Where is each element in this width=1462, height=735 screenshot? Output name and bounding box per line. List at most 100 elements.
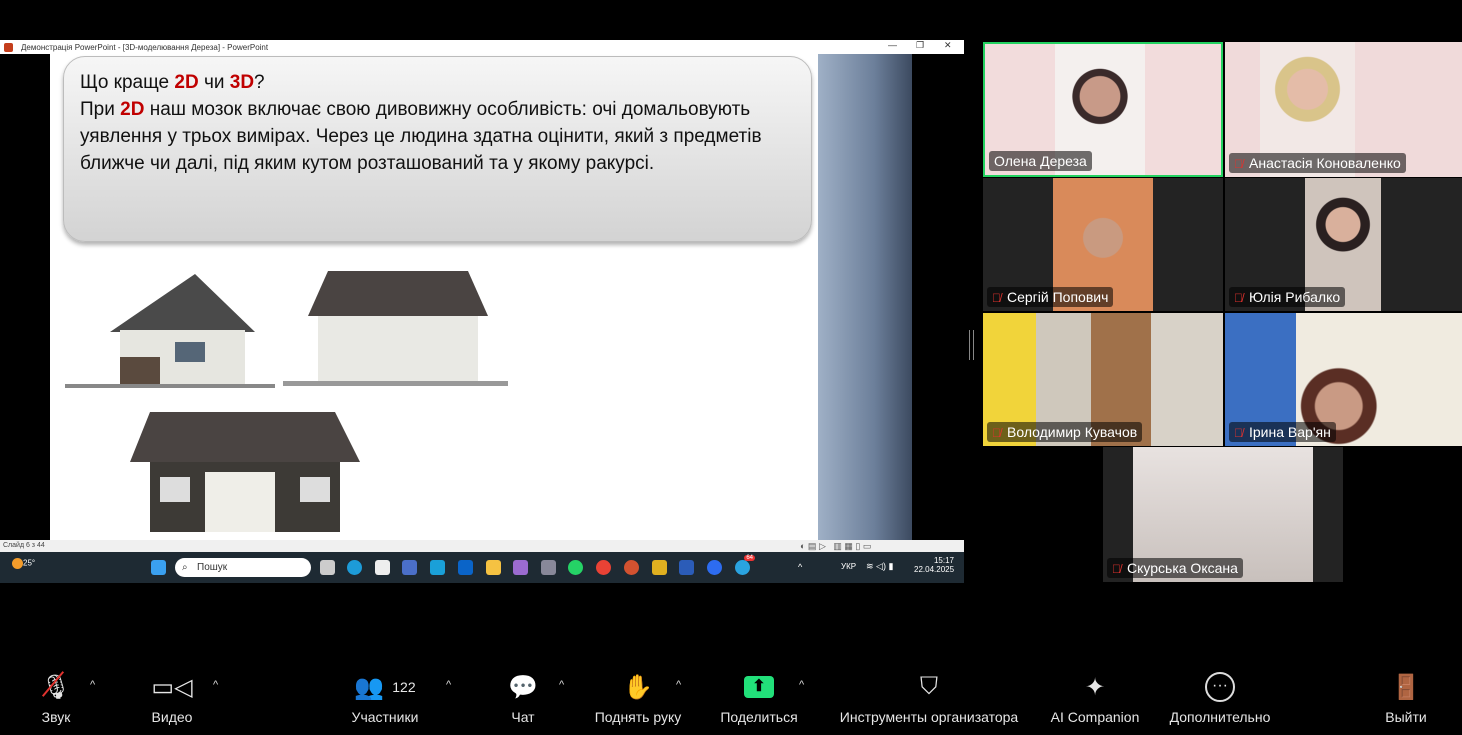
title-bar: Демонстрація PowerPoint - [3D-моделюванн… (0, 40, 964, 54)
minimize-button[interactable]: — (888, 40, 897, 50)
participant-tile[interactable]: Олена Дереза (983, 42, 1223, 177)
participant-name: Олена Дереза (989, 151, 1092, 171)
text: Що краще (80, 72, 175, 93)
video-options-caret[interactable]: ^ (213, 679, 218, 691)
label: AI Companion (1050, 709, 1140, 725)
file-explorer-icon[interactable] (486, 560, 501, 575)
more-button[interactable]: ··· Дополнительно (1162, 665, 1278, 735)
temperature: 25° (23, 558, 36, 568)
muted-mic-icon: 🎙̸ (1112, 562, 1121, 576)
window-title: Демонстрація PowerPoint - [3D-моделюванн… (21, 42, 269, 52)
language-indicator[interactable]: УКР (841, 562, 856, 571)
text: При (80, 99, 121, 120)
host-tools-button[interactable]: ⛉ Инструменты организатора (828, 665, 1030, 735)
share-button[interactable]: ⬆ Поделиться (713, 665, 805, 735)
label: Участники (351, 709, 419, 725)
shield-icon: ⛉ (920, 673, 938, 700)
search-placeholder: Пошук (197, 562, 228, 573)
participant-tile[interactable]: 🎙̸ Ірина Вар'ян (1225, 313, 1462, 446)
label: Чат (511, 709, 535, 725)
participant-name: 🎙̸ Скурська Оксана (1107, 558, 1243, 578)
muted-mic-icon: 🎙̸ (992, 426, 1001, 440)
participant-tile[interactable]: 🎙̸ Юлія Рибалко (1225, 178, 1462, 311)
participants-options-caret[interactable]: ^ (446, 679, 451, 691)
monitor-icon[interactable] (430, 560, 445, 575)
muted-mic-icon: 🎙̸ (1234, 291, 1243, 305)
video-button[interactable]: ▭◁ Видео (142, 665, 202, 735)
label: Поделиться (720, 709, 798, 725)
time: 15:17 (933, 556, 954, 565)
participant-name: 🎙̸ Ірина Вар'ян (1229, 422, 1336, 442)
powerpoint-window: Демонстрація PowerPoint - [3D-моделюванн… (0, 40, 964, 583)
clock[interactable]: 15:17 22.04.2025 (914, 556, 954, 574)
network-sound-battery-icons[interactable]: ≋ ◁) ▮ (866, 561, 893, 572)
slide-text-box: Що краще 2D чи 3D? При 2D наш мозок вклю… (63, 56, 812, 242)
sparkle-icon: ✦ (1084, 673, 1106, 701)
app-icon[interactable] (652, 560, 667, 575)
participants-button[interactable]: 👥 122 Участники (345, 665, 425, 735)
share-screen-icon: ⬆ (713, 665, 805, 709)
restore-button[interactable]: ❐ (916, 40, 924, 51)
windows-start-icon[interactable] (151, 560, 166, 575)
muted-mic-icon: 🎙 (30, 665, 82, 709)
participant-tile[interactable]: 🎙̸ Володимир Кувачов (983, 313, 1223, 446)
powerpoint-icon (4, 42, 13, 52)
close-button[interactable]: ✕ (944, 40, 952, 51)
meeting-toolbar: 🎙 Звук ^ ▭◁ Видео ^ 👥 122 Участники ^ 💬 Чат ^… (0, 665, 1462, 735)
label: Поднять руку (594, 709, 682, 725)
chat-options-caret[interactable]: ^ (559, 679, 564, 691)
participant-name: 🎙̸ Анастасія Коноваленко (1229, 153, 1406, 173)
slide-counter: Слайд 6 з 44 (3, 542, 45, 549)
status-bar: Слайд 6 з 44 ◐ ▤ ▷ ▥ ▦ ▯ ▭ (0, 540, 964, 552)
ai-companion-button[interactable]: ✦ AI Companion (1044, 665, 1146, 735)
zoom-icon[interactable] (707, 560, 722, 575)
text: чи (198, 72, 230, 93)
chrome-icon[interactable] (596, 560, 611, 575)
raise-hand-button[interactable]: ✋ Поднять руку (588, 665, 688, 735)
participant-tile[interactable]: 🎙̸ Сергій Попович (983, 178, 1223, 311)
participant-name: 🎙̸ Сергій Попович (987, 287, 1114, 307)
label: Звук (41, 709, 71, 725)
audio-button[interactable]: 🎙 Звук (30, 665, 82, 735)
leave-button[interactable]: 🚪 Выйти (1380, 665, 1432, 735)
store-icon[interactable] (375, 560, 390, 575)
word-icon[interactable] (679, 560, 694, 575)
chat-button[interactable]: 💬 Чат (500, 665, 546, 735)
tray-chevron-icon[interactable]: ^ (798, 562, 802, 572)
app-icon[interactable] (402, 560, 417, 575)
video-camera-icon: ▭◁ (151, 673, 193, 701)
slide-nav-icons[interactable]: ◐ ▤ ▷ ▥ ▦ ▯ ▭ (800, 540, 871, 552)
share-options-caret[interactable]: ^ (799, 679, 804, 691)
edge-icon[interactable] (347, 560, 362, 575)
text: ? (254, 72, 265, 93)
slide-background-strip (818, 54, 912, 540)
feather-icon[interactable] (513, 560, 528, 575)
notification-badge: 64 (744, 555, 755, 561)
slide: Що краще 2D чи 3D? При 2D наш мозок вклю… (50, 54, 818, 540)
whatsapp-icon[interactable] (568, 560, 583, 575)
reactions-caret[interactable]: ^ (676, 679, 681, 691)
label: Инструменты организатора (839, 709, 1019, 725)
weather-widget[interactable]: 25° (12, 558, 35, 569)
participants-count: 122 (392, 679, 416, 695)
chat-icon: 💬 (508, 673, 538, 701)
exit-door-icon: 🚪 (1391, 673, 1421, 701)
splitter-handle[interactable] (969, 330, 974, 360)
telegram-icon[interactable]: 64 (735, 555, 755, 575)
muted-mic-icon: 🎙̸ (1234, 426, 1243, 440)
participant-tile[interactable]: 🎙̸ Анастасія Коноваленко (1225, 42, 1462, 177)
muted-mic-icon: 🎙̸ (992, 291, 1001, 305)
task-view-icon[interactable] (320, 560, 335, 575)
more-dots-icon: ··· (1162, 665, 1278, 709)
text: 3D (229, 72, 255, 93)
text: наш мозок включає свою дивовижну особлив… (80, 99, 762, 174)
audio-options-caret[interactable]: ^ (90, 679, 95, 691)
house-image-1 (65, 262, 275, 388)
outlook-icon[interactable] (458, 560, 473, 575)
powerpoint-taskbar-icon[interactable] (624, 560, 639, 575)
participant-tile[interactable]: 🎙̸ Скурська Оксана (1103, 447, 1343, 582)
muted-mic-icon: 🎙̸ (1234, 157, 1243, 171)
participant-name: 🎙̸ Володимир Кувачов (987, 422, 1143, 442)
taskbar-search[interactable]: ⌕ Пошук (175, 558, 311, 577)
calculator-icon[interactable] (541, 560, 556, 575)
